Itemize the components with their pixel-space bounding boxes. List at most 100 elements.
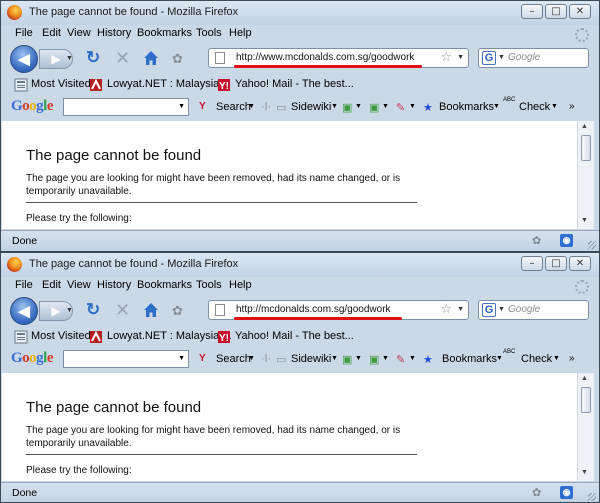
sidewiki-button[interactable]: Sidewiki (291, 101, 331, 113)
address-bar[interactable]: http://mcdonalds.com.sg/goodwork ☆ ▼ (208, 300, 469, 320)
check-button[interactable]: Check (521, 353, 552, 365)
menu-edit[interactable]: Edit (42, 279, 61, 291)
share-icon[interactable]: ✎ (396, 101, 405, 114)
menu-tools[interactable]: Tools (196, 279, 222, 291)
google-logo[interactable]: Google (11, 98, 54, 115)
url-text[interactable]: http://mcdonalds.com.sg/goodwork (236, 304, 391, 315)
menu-tools[interactable]: Tools (196, 27, 222, 39)
search-input[interactable]: Google (508, 304, 540, 315)
scroll-down-icon[interactable]: ▼ (581, 217, 588, 224)
sidewiki-button[interactable]: Sidewiki (291, 353, 331, 365)
download-status-icon[interactable]: ◉ (560, 234, 573, 247)
stop-icon[interactable]: ✕ (115, 301, 130, 319)
reload-icon[interactable]: ↻ (86, 49, 100, 66)
scrollbar-thumb[interactable] (581, 135, 591, 161)
bookmark-star-icon[interactable]: ☆ (440, 50, 452, 65)
check-dropdown-icon[interactable]: ▼ (551, 103, 558, 110)
check-button[interactable]: Check (519, 101, 550, 113)
bookmark-most-visited[interactable]: Most Visited (31, 330, 91, 342)
search-engine-dropdown-icon[interactable]: ▼ (498, 54, 505, 61)
home-icon[interactable] (143, 50, 159, 66)
menu-bookmarks[interactable]: Bookmarks (137, 27, 192, 39)
dropdown-arrow-icon[interactable]: ▼ (178, 355, 185, 362)
google-search-button[interactable]: Search (216, 353, 251, 365)
photos-dropdown-icon[interactable]: ▼ (355, 355, 362, 362)
stop-icon[interactable]: ✕ (115, 49, 130, 67)
addon-icon[interactable]: ✿ (172, 51, 183, 67)
search-box[interactable]: G ▼ Google (478, 300, 589, 320)
google-search-button[interactable]: Search (216, 101, 251, 113)
menu-view[interactable]: View (67, 279, 91, 291)
title-bar[interactable]: The page cannot be found - Mozilla Firef… (1, 253, 599, 277)
share-dropdown-icon[interactable]: ▼ (409, 103, 416, 110)
sidewiki-dropdown-icon[interactable]: ▼ (331, 103, 338, 110)
vertical-scrollbar[interactable]: ▲ ▼ (577, 373, 594, 481)
menu-file[interactable]: File (15, 279, 33, 291)
resize-grip[interactable] (588, 493, 596, 501)
resize-grip[interactable] (588, 241, 596, 249)
close-button[interactable]: ✕ (569, 4, 591, 19)
scroll-up-icon[interactable]: ▲ (581, 123, 588, 130)
addon-status-icon[interactable]: ✿ (532, 234, 541, 247)
bookmark-yahoo-mail[interactable]: Yahoo! Mail - The best... (235, 330, 354, 342)
scrollbar-thumb[interactable] (581, 387, 591, 413)
google-toolbar-search-input[interactable]: ▼ (63, 98, 189, 116)
menu-history[interactable]: History (97, 27, 131, 39)
image-dropdown-icon[interactable]: ▼ (382, 355, 389, 362)
sidewiki-dropdown-icon[interactable]: ▼ (331, 355, 338, 362)
menu-bookmarks[interactable]: Bookmarks (137, 279, 192, 291)
google-bookmarks-button[interactable]: Bookmarks (442, 353, 497, 365)
scroll-up-icon[interactable]: ▲ (581, 375, 588, 382)
menu-help[interactable]: Help (229, 279, 252, 291)
photos-icon[interactable]: ▣ (342, 353, 352, 366)
bookmarks-dropdown-icon[interactable]: ▼ (493, 103, 500, 110)
bookmark-lowyat[interactable]: Lowyat.NET : Malaysia... (107, 78, 228, 90)
back-button[interactable]: ◀ (10, 297, 38, 325)
image-icon[interactable]: ▣ (369, 353, 379, 366)
bookmark-most-visited[interactable]: Most Visited (31, 78, 91, 90)
google-search-engine-icon[interactable]: G (482, 51, 496, 65)
search-dropdown-icon[interactable]: ▼ (248, 103, 255, 110)
url-dropdown-icon[interactable]: ▼ (457, 54, 464, 61)
google-search-engine-icon[interactable]: G (482, 303, 496, 317)
menu-edit[interactable]: Edit (42, 27, 61, 39)
image-icon[interactable]: ▣ (369, 101, 379, 114)
bookmarks-dropdown-icon[interactable]: ▼ (496, 355, 503, 362)
toolbar-overflow-icon[interactable]: » (569, 101, 575, 112)
download-status-icon[interactable]: ◉ (560, 486, 573, 499)
google-bookmarks-button[interactable]: Bookmarks (439, 101, 494, 113)
url-text[interactable]: http://www.mcdonalds.com.sg/goodwork (236, 52, 414, 63)
search-dropdown-icon[interactable]: ▼ (248, 355, 255, 362)
title-bar[interactable]: The page cannot be found - Mozilla Firef… (1, 1, 599, 25)
image-dropdown-icon[interactable]: ▼ (382, 103, 389, 110)
history-dropdown-icon[interactable]: ▼ (66, 55, 73, 62)
photos-dropdown-icon[interactable]: ▼ (355, 103, 362, 110)
dropdown-arrow-icon[interactable]: ▼ (178, 103, 185, 110)
menu-help[interactable]: Help (229, 27, 252, 39)
google-toolbar-search-input[interactable]: ▼ (63, 350, 189, 368)
url-dropdown-icon[interactable]: ▼ (457, 306, 464, 313)
vertical-scrollbar[interactable]: ▲ ▼ (577, 121, 594, 229)
minimize-button[interactable]: – (521, 256, 543, 271)
menu-view[interactable]: View (67, 27, 91, 39)
share-icon[interactable]: ✎ (396, 353, 405, 366)
google-logo[interactable]: Google (11, 350, 54, 367)
addon-icon[interactable]: ✿ (172, 303, 183, 319)
home-icon[interactable] (143, 302, 159, 318)
history-dropdown-icon[interactable]: ▼ (66, 307, 73, 314)
search-box[interactable]: G ▼ Google (478, 48, 589, 68)
bookmark-star-icon[interactable]: ☆ (440, 302, 452, 317)
close-button[interactable]: ✕ (569, 256, 591, 271)
share-dropdown-icon[interactable]: ▼ (409, 355, 416, 362)
menu-file[interactable]: File (15, 27, 33, 39)
minimize-button[interactable]: – (521, 4, 543, 19)
maximize-button[interactable]: □ (545, 256, 567, 271)
menu-history[interactable]: History (97, 279, 131, 291)
address-bar[interactable]: http://www.mcdonalds.com.sg/goodwork ☆ ▼ (208, 48, 469, 68)
back-button[interactable]: ◀ (10, 45, 38, 73)
search-input[interactable]: Google (508, 52, 540, 63)
scroll-down-icon[interactable]: ▼ (581, 469, 588, 476)
maximize-button[interactable]: □ (545, 4, 567, 19)
bookmark-lowyat[interactable]: Lowyat.NET : Malaysia ... (107, 330, 232, 342)
addon-status-icon[interactable]: ✿ (532, 486, 541, 499)
